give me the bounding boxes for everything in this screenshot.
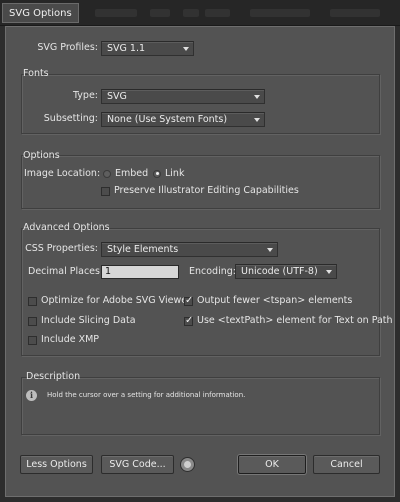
svg-profiles-label: SVG Profiles:	[37, 42, 98, 53]
background-toolbar-ghost	[183, 9, 199, 17]
encoding-label: Encoding:	[189, 266, 236, 277]
use-textpath-label: Use <textPath> element for Text on Path	[197, 315, 393, 326]
description-text-row: Hold the cursor over a setting for addit…	[47, 391, 245, 399]
subsetting-row: Subsetting:	[6, 113, 98, 124]
background-toolbar-ghost	[150, 9, 170, 17]
background-toolbar-ghost	[330, 9, 380, 17]
description-title: Description	[26, 371, 81, 382]
preserve-editing-label: Preserve Illustrator Editing Capabilitie…	[114, 185, 299, 196]
description-text: Hold the cursor over a setting for addit…	[47, 391, 246, 399]
output-fewer-tspan-checkbox[interactable]	[184, 295, 193, 306]
options-group	[21, 155, 380, 209]
subsetting-label: Subsetting:	[43, 113, 98, 124]
chevron-down-icon	[326, 270, 332, 274]
fonts-group-title: Fonts	[23, 68, 49, 79]
optimize-svg-viewer-row: Optimize for Adobe SVG Viewer	[41, 295, 191, 306]
image-location-row: Image Location:	[24, 168, 100, 179]
advanced-options-title: Advanced Options	[23, 222, 110, 233]
css-properties-dropdown[interactable]: Style Elements	[101, 242, 278, 257]
globe-icon[interactable]	[180, 457, 195, 472]
encoding-value: Unicode (UTF-8)	[241, 266, 318, 277]
output-fewer-tspan-label: Output fewer <tspan> elements	[197, 295, 353, 306]
ok-button[interactable]: OK	[238, 455, 306, 474]
subsetting-value: None (Use System Fonts)	[107, 114, 228, 125]
svg-profiles-dropdown[interactable]: SVG 1.1	[101, 41, 194, 56]
decimal-places-row: Decimal Places:	[28, 266, 103, 277]
preserve-editing-row: Preserve Illustrator Editing Capabilitie…	[114, 185, 299, 196]
decimal-places-input[interactable]: 1	[101, 265, 179, 279]
include-slicing-data-label: Include Slicing Data	[41, 315, 136, 326]
embed-radio-option[interactable]: Embed	[103, 168, 148, 179]
description-group	[21, 377, 380, 435]
css-properties-label: CSS Properties:	[25, 243, 98, 254]
svg-profiles-row: SVG Profiles:	[6, 42, 98, 53]
font-type-label: Type:	[72, 90, 98, 101]
preserve-editing-checkbox[interactable]	[101, 187, 110, 196]
chevron-down-icon	[183, 47, 189, 51]
css-properties-value: Style Elements	[107, 244, 179, 255]
font-type-row: Type:	[6, 90, 98, 101]
window-title: SVG Options	[2, 3, 79, 23]
include-xmp-row: Include XMP	[41, 334, 99, 345]
cancel-button[interactable]: Cancel	[313, 455, 380, 474]
subsetting-dropdown[interactable]: None (Use System Fonts)	[101, 112, 265, 127]
decimal-places-label: Decimal Places:	[28, 266, 104, 277]
info-icon: i	[26, 390, 37, 401]
options-group-title: Options	[23, 150, 60, 161]
link-radio[interactable]	[153, 169, 161, 178]
link-radio-option[interactable]: Link	[153, 168, 184, 179]
optimize-svg-viewer-label: Optimize for Adobe SVG Viewer	[41, 295, 191, 306]
svg-code-button[interactable]: SVG Code...	[101, 455, 174, 474]
background-toolbar-ghost	[95, 9, 137, 17]
include-slicing-data-checkbox[interactable]	[28, 317, 37, 326]
encoding-dropdown[interactable]: Unicode (UTF-8)	[235, 264, 337, 279]
svg-profiles-value: SVG 1.1	[107, 43, 146, 54]
font-type-dropdown[interactable]: SVG	[101, 89, 265, 104]
font-type-value: SVG	[107, 91, 127, 102]
embed-label: Embed	[115, 168, 149, 179]
encoding-row: Encoding:	[189, 266, 236, 277]
background-toolbar-ghost	[205, 9, 230, 17]
include-xmp-checkbox[interactable]	[28, 336, 37, 345]
css-properties-row: CSS Properties:	[6, 243, 98, 254]
link-label: Link	[165, 168, 185, 179]
title-bar: SVG Options	[0, 0, 400, 26]
optimize-svg-viewer-checkbox[interactable]	[28, 297, 37, 306]
svg-options-dialog: SVG Profiles: SVG 1.1 Fonts Type: SVG Su…	[5, 26, 395, 497]
chevron-down-icon	[254, 118, 260, 122]
background-toolbar-ghost	[250, 9, 310, 17]
less-options-button[interactable]: Less Options	[20, 455, 93, 474]
chevron-down-icon	[267, 248, 273, 252]
include-xmp-label: Include XMP	[41, 334, 100, 345]
embed-radio[interactable]	[103, 169, 111, 178]
image-location-label: Image Location:	[24, 168, 101, 179]
use-textpath-checkbox[interactable]	[184, 315, 193, 326]
output-fewer-tspan-row: Output fewer <tspan> elements	[197, 295, 352, 306]
include-slicing-data-row: Include Slicing Data	[41, 315, 136, 326]
chevron-down-icon	[254, 95, 260, 99]
use-textpath-row: Use <textPath> element for Text on Path	[197, 315, 393, 326]
